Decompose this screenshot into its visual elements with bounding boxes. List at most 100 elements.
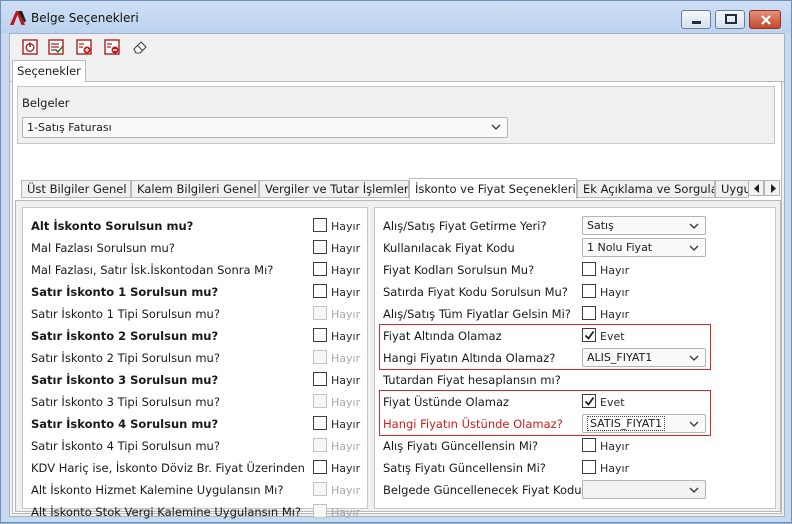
price-source-select[interactable]: Satış — [582, 216, 706, 235]
chevron-down-icon — [689, 223, 699, 229]
option-checkbox-label: Hayır — [331, 418, 361, 431]
app-logo-icon — [9, 10, 27, 26]
window-title: Belge Seçenekleri — [31, 11, 139, 25]
top-tabstrip: Seçenekler — [10, 60, 784, 83]
min-price-select[interactable]: ALIS_FIYAT1 — [582, 348, 706, 367]
close-button[interactable] — [749, 10, 781, 29]
maximize-icon — [725, 14, 737, 24]
title-bar[interactable]: Belge Seçenekleri — [1, 1, 791, 33]
price-source-value: Satış — [587, 219, 614, 232]
option-checkbox-label: Evet — [600, 396, 625, 409]
option-checkbox[interactable] — [313, 372, 327, 386]
option-checkbox[interactable] — [313, 306, 327, 320]
option-row-fiyat-kodlari-sorulsun: Fiyat Kodları Sorulsun Mu? Hayır — [375, 260, 775, 282]
option-checkbox-label: Hayır — [600, 264, 630, 277]
option-checkbox[interactable] — [313, 504, 327, 518]
price-options-panel: Alış/Satış Fiyat Getirme Yeri? Satış Kul… — [374, 207, 776, 509]
power-button[interactable] — [20, 37, 40, 57]
option-checkbox-label: Hayır — [331, 286, 361, 299]
tab-kalem-bilgileri-genel[interactable]: Kalem Bilgileri Genel — [131, 180, 259, 198]
maximize-button[interactable] — [715, 10, 745, 29]
option-label: Fiyat Kodları Sorulsun Mu? — [383, 263, 535, 277]
option-row-satir-iskonto-3: Satır İskonto 3 Sorulsun mu? Hayır — [23, 370, 367, 392]
tab-ek-aciklama[interactable]: Ek Açıklama ve Sorgular — [577, 180, 715, 198]
tab-ust-bilgiler-genel[interactable]: Üst Bilgiler Genel — [21, 180, 131, 198]
document-type-value: 1-Satış Faturası — [27, 121, 112, 134]
option-label: Mal Fazlası, Satır İsk.İskontodan Sonra … — [31, 263, 274, 277]
update-price-code-select[interactable] — [582, 480, 706, 499]
option-row-alt-iskonto: Alt İskonto Sorulsun mu? Hayır — [23, 216, 367, 238]
option-label: Satır İskonto 4 Sorulsun mu? — [31, 417, 219, 431]
checklist-icon — [48, 39, 64, 55]
option-checkbox[interactable] — [313, 460, 327, 474]
document-type-select[interactable]: 1-Satış Faturası — [22, 117, 508, 138]
price-code-select[interactable]: 1 Nolu Fiyat — [582, 238, 706, 257]
option-checkbox-label: Hayır — [331, 506, 361, 519]
option-checkbox-label: Hayır — [600, 462, 630, 475]
minimize-icon — [692, 21, 701, 24]
option-checkbox-label: Hayır — [331, 374, 361, 387]
option-label: Satır İskonto 2 Tipi Sorulsun mu? — [31, 351, 220, 365]
option-checkbox-label: Hayır — [331, 462, 361, 475]
option-checkbox-label: Hayır — [331, 396, 361, 409]
option-checkbox[interactable] — [313, 438, 327, 452]
add-document-button[interactable] — [74, 37, 94, 57]
option-checkbox[interactable] — [313, 328, 327, 342]
tab-vergiler-ve-tutar[interactable]: Vergiler ve Tutar İşlemleri — [259, 180, 409, 198]
option-checkbox[interactable] — [582, 306, 596, 320]
option-checkbox[interactable] — [313, 416, 327, 430]
triangle-right-icon — [771, 184, 776, 193]
option-label: Belgede Güncellenecek Fiyat Kodu — [383, 483, 582, 497]
tab-iskonto-ve-fiyat[interactable]: İskonto ve Fiyat Seçenekleri — [409, 178, 577, 199]
tab-secenekler[interactable]: Seçenekler — [12, 60, 86, 83]
option-row-kdv-haric: KDV Hariç ise, İskonto Döviz Br. Fiyat Ü… — [23, 458, 367, 480]
option-checkbox[interactable] — [313, 350, 327, 364]
toolbar — [10, 34, 784, 60]
triangle-left-icon — [754, 184, 759, 193]
chevron-down-icon — [689, 245, 699, 251]
checklist-button[interactable] — [46, 37, 66, 57]
minimize-button[interactable] — [681, 10, 711, 29]
secenekler-page: Belgeler 1-Satış Faturası Üst Bilgiler G… — [12, 82, 782, 519]
option-checkbox[interactable] — [582, 460, 596, 474]
option-checkbox-label: Hayır — [331, 308, 361, 321]
option-label: Satır İskonto 4 Tipi Sorulsun mu? — [31, 439, 220, 453]
option-checkbox-label: Hayır — [331, 220, 361, 233]
option-checkbox[interactable] — [582, 394, 596, 408]
option-label: Satış Fiyatı Güncellensin Mi? — [383, 461, 546, 475]
option-checkbox[interactable] — [313, 262, 327, 276]
option-row-tum-fiyatlar: Alış/Satış Tüm Fiyatlar Gelsin Mi? Hayır — [375, 304, 775, 326]
remove-document-button[interactable] — [102, 37, 122, 57]
option-label: Tutardan Fiyat hesaplansın mı? — [383, 373, 561, 387]
max-price-select[interactable]: SATIS_FIYAT1 — [582, 414, 706, 433]
option-checkbox[interactable] — [582, 262, 596, 276]
option-label: Satır İskonto 2 Sorulsun mu? — [31, 329, 219, 343]
option-checkbox[interactable] — [313, 240, 327, 254]
tab-scroll-buttons — [748, 180, 780, 196]
option-checkbox[interactable] — [582, 438, 596, 452]
option-label: Hangi Fiyatın Altında Olamaz? — [383, 351, 556, 365]
option-row-fiyat-getirme-yeri: Alış/Satış Fiyat Getirme Yeri? Satış — [375, 216, 775, 238]
option-checkbox[interactable] — [313, 394, 327, 408]
max-price-value: SATIS_FIYAT1 — [587, 416, 666, 431]
option-row-satir-iskonto-1-tipi: Satır İskonto 1 Tipi Sorulsun mu? Hayır — [23, 304, 367, 326]
eraser-button[interactable] — [130, 37, 150, 57]
option-label: Hangi Fiyatın Üstünde Olamaz? — [383, 417, 563, 431]
option-label: Alış/Satış Fiyat Getirme Yeri? — [383, 219, 547, 233]
option-checkbox[interactable] — [313, 482, 327, 496]
option-row-fiyat-ustunde-olamaz: Fiyat Üstünde Olamaz Evet — [375, 392, 775, 414]
belgeler-group: Belgeler 1-Satış Faturası — [17, 86, 775, 144]
option-checkbox[interactable] — [582, 284, 596, 298]
option-checkbox-label: Hayır — [331, 484, 361, 497]
option-checkbox[interactable] — [582, 328, 596, 342]
option-row-tutardan-fiyat: Tutardan Fiyat hesaplansın mı? — [375, 370, 775, 392]
add-document-icon — [76, 39, 92, 55]
tab-uygu[interactable]: Uygu — [715, 180, 749, 198]
tab-scroll-right-button[interactable] — [764, 180, 780, 196]
checkmark-icon — [584, 397, 595, 406]
tab-scroll-left-button[interactable] — [748, 180, 764, 196]
option-checkbox[interactable] — [313, 284, 327, 298]
option-label: Alış Fiyatı Güncellensin Mi? — [383, 439, 539, 453]
iskonto-fiyat-page: Alt İskonto Sorulsun mu? Hayır Mal Fazla… — [15, 200, 781, 519]
option-checkbox[interactable] — [313, 218, 327, 232]
